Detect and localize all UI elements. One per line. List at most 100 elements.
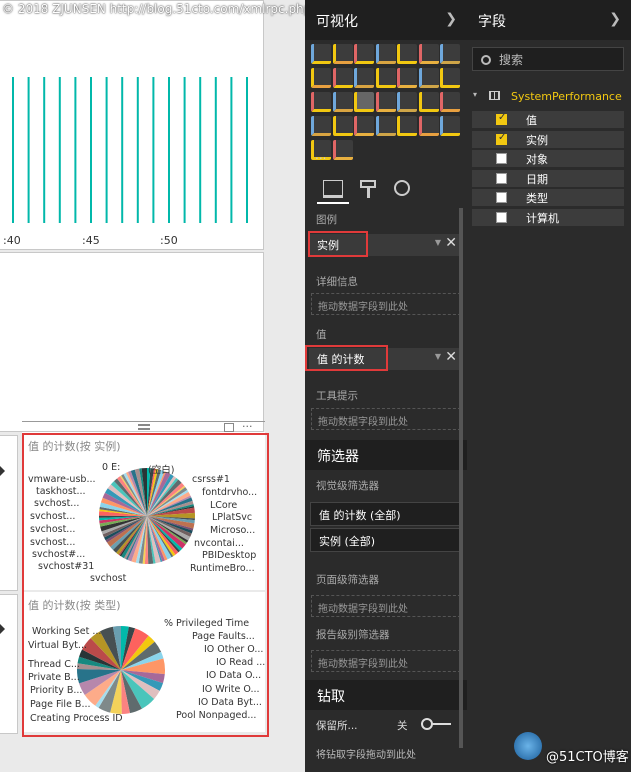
field-item[interactable]: 对象 <box>472 150 624 167</box>
details-drop-well[interactable]: 拖动数据字段到此处 <box>311 293 461 315</box>
fields-pane-header: 字段 ❯ <box>467 0 631 40</box>
field-checkbox[interactable] <box>496 192 507 203</box>
visual-type-icon[interactable] <box>332 92 353 112</box>
report-canvas: :40 :45 :50 © 2018 ZJUNSEN http://blog.5… <box>0 0 311 772</box>
visual-type-icon[interactable] <box>354 116 374 136</box>
fields-search-box[interactable]: 搜索 <box>472 47 624 71</box>
line-chart-plot <box>12 77 248 223</box>
field-checkbox[interactable] <box>496 132 507 145</box>
table-expander[interactable]: ▾ <box>473 90 477 99</box>
visual-type-icon[interactable] <box>375 92 396 112</box>
more-options-icon[interactable]: ··· <box>242 420 253 433</box>
visual-type-icon[interactable] <box>311 116 331 136</box>
drillthrough-header: 钻取 <box>305 680 467 710</box>
chevron-right-icon <box>0 624 5 634</box>
left-visual-strip[interactable] <box>0 594 18 734</box>
search-placeholder: 搜索 <box>499 53 524 67</box>
visual-type-icon[interactable] <box>332 140 353 160</box>
visual-type-icon[interactable] <box>332 44 353 64</box>
visual-type-icon[interactable] <box>375 68 396 88</box>
filter-card-value-count[interactable]: 值 的计数 (全部) <box>310 502 462 526</box>
field-item[interactable]: 计算机 <box>472 208 624 226</box>
table-grid-icon <box>489 91 500 100</box>
fields-tab-icon[interactable] <box>323 180 343 198</box>
report-filter-drop-well[interactable]: 拖动数据字段到此处 <box>311 650 461 672</box>
empty-visual[interactable] <box>0 252 264 432</box>
visual-type-icon[interactable] <box>311 68 331 88</box>
format-paint-roller-icon[interactable] <box>360 180 376 188</box>
table-name[interactable]: SystemPerformance <box>511 90 622 103</box>
visual-type-icon[interactable] <box>397 68 417 88</box>
visual-type-icon[interactable] <box>418 44 439 64</box>
field-checkbox[interactable] <box>496 112 507 125</box>
tooltips-drop-well[interactable]: 拖动数据字段到此处 <box>311 408 461 430</box>
visual-type-icon[interactable] <box>440 68 460 88</box>
analytics-magnifier-icon[interactable] <box>394 180 410 196</box>
page-filter-drop-well[interactable]: 拖动数据字段到此处 <box>311 595 461 617</box>
visual-type-icon[interactable] <box>332 116 353 136</box>
tooltips-well-label: 工具提示 <box>316 390 358 402</box>
fields-pane-title: 字段 <box>478 14 506 30</box>
legend-well-label: 图例 <box>316 214 337 226</box>
dropdown-arrow-icon[interactable]: ▼ <box>435 238 441 247</box>
field-item[interactable]: 值 <box>472 111 624 128</box>
visual-type-icon[interactable] <box>440 116 460 136</box>
values-well-label: 值 <box>316 329 327 341</box>
field-label: 对象 <box>526 153 548 166</box>
visual-type-icon[interactable] <box>354 68 374 88</box>
field-label: 实例 <box>526 133 548 147</box>
visual-type-icon[interactable] <box>354 92 374 112</box>
toggle-state-label: 关 <box>397 720 408 732</box>
chevron-right-icon[interactable]: ❯ <box>609 11 621 27</box>
remove-field-icon[interactable]: ✕ <box>445 235 457 251</box>
visual-type-icon[interactable] <box>440 92 460 112</box>
filters-header: 筛选器 <box>305 440 467 470</box>
keep-all-filters-label: 保留所... <box>316 720 358 732</box>
visual-type-icon[interactable] <box>354 44 374 64</box>
field-label: 日期 <box>526 172 548 186</box>
field-checkbox[interactable] <box>496 211 507 223</box>
field-item[interactable]: 实例 <box>472 130 624 148</box>
drill-field-placeholder[interactable]: 将钻取字段拖动到此处 <box>316 746 416 761</box>
left-visual-strip[interactable] <box>0 435 18 591</box>
visual-type-icon[interactable] <box>311 92 331 112</box>
visual-type-icon[interactable] <box>375 44 396 64</box>
more-visuals-button[interactable]: ... <box>315 148 326 162</box>
report-filters-label: 报告级别筛选器 <box>316 629 390 641</box>
search-icon <box>481 55 491 65</box>
visual-type-icon[interactable] <box>397 44 417 64</box>
x-tick: :45 <box>82 234 100 247</box>
visual-type-icon[interactable] <box>332 68 353 88</box>
filter-card-instance[interactable]: 实例 (全部) <box>310 528 462 552</box>
field-label: 类型 <box>526 192 548 205</box>
visual-type-icon[interactable] <box>440 44 460 64</box>
visual-type-icon[interactable] <box>418 92 439 112</box>
line-chart-visual[interactable]: :40 :45 :50 <box>0 0 264 250</box>
remove-field-icon[interactable]: ✕ <box>445 349 457 365</box>
field-item[interactable]: 日期 <box>472 169 624 187</box>
viz-pane-header: 可视化 ❯ <box>305 0 467 40</box>
field-label: 计算机 <box>526 211 559 225</box>
visual-type-icon[interactable] <box>418 68 439 88</box>
field-item[interactable]: 类型 <box>472 189 624 206</box>
watermark: © 2018 ZJUNSEN http://blog.51cto.com/xml… <box>2 2 312 16</box>
chevron-right-icon[interactable]: ❯ <box>445 11 457 27</box>
visual-type-icon[interactable] <box>418 116 439 136</box>
visual-type-icon[interactable] <box>397 116 417 136</box>
toggle-knob <box>421 718 433 730</box>
visual-type-icon[interactable] <box>397 92 417 112</box>
drag-handle-icon[interactable] <box>138 424 150 430</box>
dropdown-arrow-icon[interactable]: ▼ <box>435 352 441 361</box>
pane-scrollbar[interactable] <box>459 208 463 748</box>
keep-filters-toggle[interactable] <box>421 718 451 730</box>
field-checkbox[interactable] <box>496 153 507 164</box>
visual-type-icon[interactable] <box>375 116 396 136</box>
fields-pane: 字段 ❯ 搜索 ▾ SystemPerformance 值实例对象日期类型计算机 <box>467 0 631 772</box>
highlight-frame <box>308 231 368 257</box>
field-label: 值 <box>526 114 537 127</box>
brand-logo-icon <box>514 732 542 760</box>
visual-type-icon[interactable] <box>311 44 331 64</box>
brand-watermark: @51CTO博客 <box>546 750 629 765</box>
field-checkbox[interactable] <box>496 172 507 184</box>
focus-mode-icon[interactable] <box>224 423 234 432</box>
